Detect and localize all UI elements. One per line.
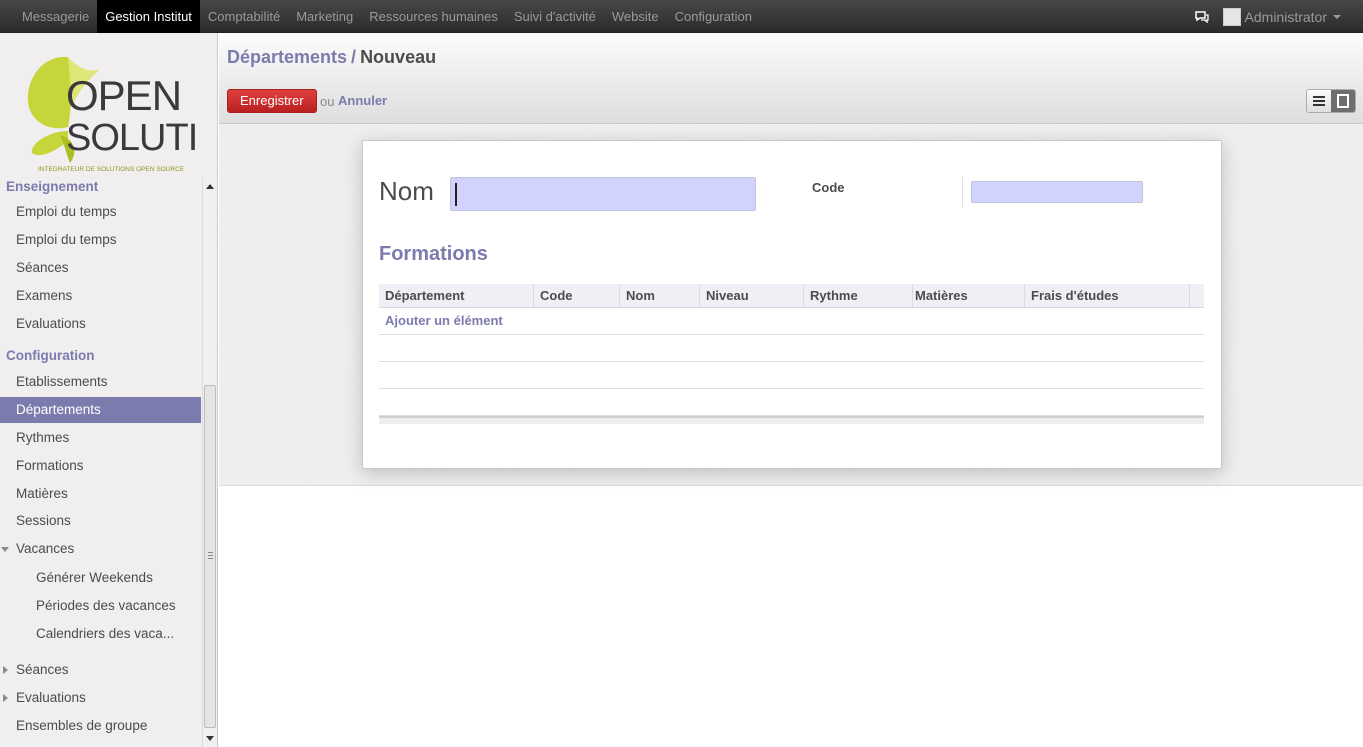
table-row: Ajouter un élément: [379, 308, 1204, 335]
add-item-link[interactable]: Ajouter un élément: [385, 313, 503, 328]
logo-tagline: INTEGRATEUR DE SOLUTIONS OPEN SOURCE: [38, 166, 185, 173]
menu-comptabilite[interactable]: Comptabilité: [200, 0, 288, 33]
table-row: [379, 335, 1204, 362]
user-area: Administrator: [1193, 0, 1363, 33]
sidebar-item-label: Evaluations: [16, 690, 86, 705]
sidebar-item-ensembles-groupe[interactable]: Ensembles de groupe: [0, 713, 201, 739]
logo: OPEN SOLUTIS INTEGRATEUR DE SOLUTIONS OP…: [27, 56, 195, 173]
table-row: [379, 389, 1204, 416]
menu-ressources-humaines[interactable]: Ressources humaines: [361, 0, 506, 33]
scrollbar-thumb[interactable]: [204, 385, 216, 728]
sidebar-scrollbar[interactable]: [202, 178, 217, 747]
sidebar-item-sessions[interactable]: Sessions: [0, 508, 201, 534]
column-departement[interactable]: Département: [379, 284, 534, 308]
breadcrumb: Départements / Nouveau: [227, 47, 436, 68]
formations-title: Formations: [379, 243, 488, 265]
caret-right-icon: [3, 666, 8, 674]
scroll-up-arrow-icon[interactable]: [206, 184, 214, 189]
list-view-icon[interactable]: [1307, 90, 1331, 112]
sidebar-item-evaluations[interactable]: Evaluations: [0, 311, 201, 337]
sidebar-item-evaluations-group[interactable]: Evaluations: [0, 685, 201, 711]
table-header: Département Code Nom Niveau Rythme Matiè…: [379, 284, 1204, 308]
table-row: [379, 362, 1204, 389]
top-navbar: Messagerie Gestion Institut Comptabilité…: [0, 0, 1363, 33]
sidebar-item-label: Vacances: [16, 541, 75, 556]
sidebar: OPEN SOLUTIS INTEGRATEUR DE SOLUTIONS OP…: [0, 33, 218, 747]
user-name[interactable]: Administrator: [1245, 9, 1327, 25]
section-enseignement: Enseignement: [6, 179, 99, 194]
code-input[interactable]: [971, 181, 1143, 203]
menu-gestion-institut[interactable]: Gestion Institut: [97, 0, 200, 33]
logo-text-open: OPEN: [66, 72, 181, 119]
column-matieres[interactable]: Matières: [909, 284, 1025, 308]
chat-icon[interactable]: [1193, 8, 1211, 26]
text-cursor: [455, 183, 457, 206]
sidebar-item-seances[interactable]: Séances: [0, 255, 201, 281]
view-switcher: [1306, 89, 1356, 113]
breadcrumb-departements[interactable]: Départements: [227, 47, 347, 67]
form-view-icon[interactable]: [1331, 90, 1355, 112]
sidebar-item-formations[interactable]: Formations: [0, 453, 201, 479]
breadcrumb-current: Nouveau: [360, 47, 437, 67]
sidebar-item-examens[interactable]: Examens: [0, 283, 201, 309]
sidebar-item-label: Séances: [16, 662, 69, 677]
table-footer: [379, 416, 1204, 424]
name-label: Nom: [379, 176, 434, 206]
avatar[interactable]: [1222, 7, 1241, 26]
logo-text-solutis: SOLUTIS: [66, 117, 195, 159]
column-code[interactable]: Code: [534, 284, 620, 308]
sidebar-item-periodes-vacances[interactable]: Périodes des vacances: [0, 593, 201, 619]
breadcrumb-separator: /: [351, 47, 357, 67]
sidebar-item-calendriers-vacances[interactable]: Calendriers des vaca...: [0, 621, 201, 647]
top-menu: Messagerie Gestion Institut Comptabilité…: [14, 0, 760, 33]
caret-right-icon: [3, 694, 8, 702]
sidebar-item-vacances[interactable]: Vacances: [0, 536, 201, 562]
sidebar-item-etablissements[interactable]: Etablissements: [0, 369, 201, 395]
chevron-down-icon[interactable]: [1333, 14, 1341, 19]
column-rythme[interactable]: Rythme: [804, 284, 913, 308]
save-button[interactable]: Enregistrer: [227, 89, 317, 113]
sidebar-item-seances-group[interactable]: Séances: [0, 657, 201, 683]
sidebar-item-departements[interactable]: Départements: [0, 397, 201, 423]
column-nom[interactable]: Nom: [620, 284, 700, 308]
menu-website[interactable]: Website: [604, 0, 667, 33]
formations-table: Département Code Nom Niveau Rythme Matiè…: [379, 284, 1204, 424]
sidebar-item-matieres[interactable]: Matières: [0, 481, 201, 507]
menu-configuration[interactable]: Configuration: [667, 0, 760, 33]
control-panel: Départements / Nouveau Enregistrer ou Annu…: [219, 33, 1363, 124]
or-text: ou: [320, 94, 335, 109]
menu-messagerie[interactable]: Messagerie: [14, 0, 97, 33]
name-input[interactable]: [450, 177, 756, 211]
sidebar-item-generer-weekends[interactable]: Générer Weekends: [0, 565, 201, 591]
code-label: Code: [812, 180, 845, 195]
scroll-down-arrow-icon[interactable]: [206, 736, 214, 741]
menu-suivi-activite[interactable]: Suivi d'activité: [506, 0, 604, 33]
sidebar-item-rythmes[interactable]: Rythmes: [0, 425, 201, 451]
sidebar-item-emploi-du-temps-1[interactable]: Emploi du temps: [0, 199, 201, 225]
sidebar-item-emploi-du-temps-2[interactable]: Emploi du temps: [0, 227, 201, 253]
column-frais-etudes[interactable]: Frais d'études: [1025, 284, 1190, 308]
form-sheet: Nom Code Formations Département Code Nom…: [362, 140, 1222, 469]
divider: [962, 177, 963, 207]
cancel-link[interactable]: Annuler: [338, 93, 387, 108]
grip-icon: [208, 552, 213, 559]
column-niveau[interactable]: Niveau: [700, 284, 804, 308]
caret-down-icon: [1, 547, 9, 552]
section-configuration: Configuration: [6, 348, 95, 363]
menu-marketing[interactable]: Marketing: [288, 0, 361, 33]
